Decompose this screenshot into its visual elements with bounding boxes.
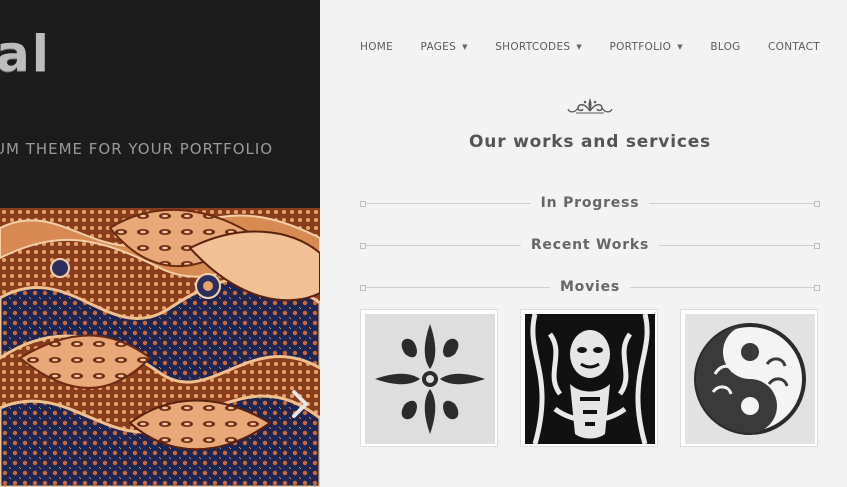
image-slider[interactable] <box>0 208 320 487</box>
tribal-mask-pattern-image <box>525 314 655 444</box>
page-title: Our works and services <box>469 132 711 152</box>
nav-item-label: HOME <box>360 41 394 53</box>
tribal-cross-ornament-image <box>365 314 495 444</box>
left-panel: al UM THEME FOR YOUR PORTFOLIO <box>0 0 320 487</box>
nav-item-pages[interactable]: PAGES ▼ <box>420 41 467 53</box>
divider-end <box>360 243 366 249</box>
section-divider: In Progress <box>360 195 820 213</box>
nav-item-label: SHORTCODES <box>495 41 571 53</box>
portfolio-thumbnail[interactable] <box>520 309 658 447</box>
batik-pattern-image <box>0 208 320 487</box>
divider-end <box>360 285 366 291</box>
section-heading-recent-works[interactable]: Recent Works <box>520 237 660 253</box>
main-navigation: HOME PAGES ▼ SHORTCODES ▼ PORTFOLIO ▼ BLOG … <box>360 41 820 53</box>
portfolio-thumbnail[interactable] <box>360 309 498 447</box>
divider-end <box>360 201 366 207</box>
chevron-right-icon <box>292 390 308 418</box>
slider-next-button[interactable] <box>288 386 312 422</box>
nav-item-label: PORTFOLIO <box>609 41 672 53</box>
section-heading-in-progress[interactable]: In Progress <box>530 195 650 211</box>
section-divider: Movies <box>360 279 820 297</box>
nav-item-shortcodes[interactable]: SHORTCODES ▼ <box>495 41 582 53</box>
nav-item-contact[interactable]: CONTACT <box>768 41 820 53</box>
section-heading-movies[interactable]: Movies <box>549 279 631 295</box>
nav-item-label: BLOG <box>710 41 741 53</box>
section-divider: Recent Works <box>360 237 820 255</box>
tribal-yin-yang-image <box>685 314 815 444</box>
dropdown-caret-icon: ▼ <box>462 43 468 51</box>
nav-item-portfolio[interactable]: PORTFOLIO ▼ <box>609 41 682 53</box>
divider-end <box>814 285 820 291</box>
divider-end <box>814 201 820 207</box>
divider-end <box>814 243 820 249</box>
dropdown-caret-icon: ▼ <box>677 43 683 51</box>
dropdown-caret-icon: ▼ <box>576 43 583 51</box>
site-tagline: UM THEME FOR YOUR PORTFOLIO <box>0 140 274 158</box>
nav-item-blog[interactable]: BLOG <box>710 41 740 53</box>
site-logo[interactable]: al <box>0 24 51 84</box>
portfolio-thumbnail[interactable] <box>680 309 818 447</box>
nav-item-label: CONTACT <box>768 41 820 53</box>
nav-item-label: PAGES <box>420 41 457 53</box>
nav-item-home[interactable]: HOME <box>360 41 393 53</box>
flourish-ornament-icon <box>567 98 613 114</box>
